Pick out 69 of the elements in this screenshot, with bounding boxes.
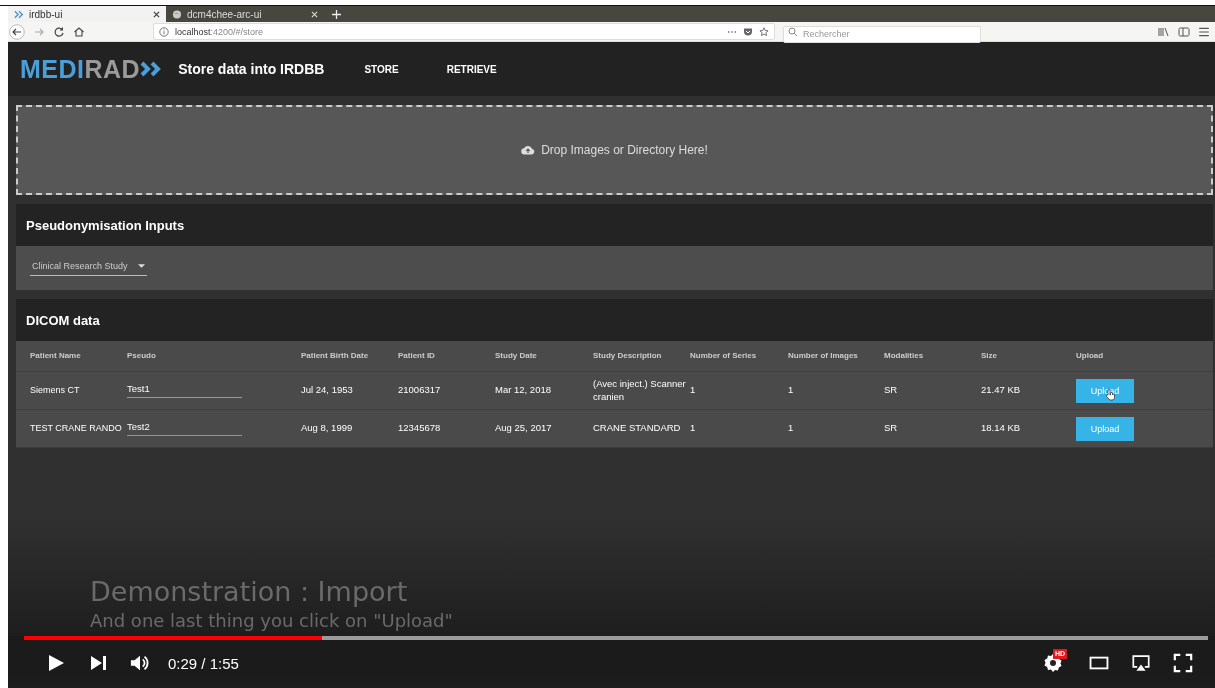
table-cell-text: (Avec inject.) Scanner cranien	[593, 378, 687, 403]
sidebar-icon[interactable]	[1178, 25, 1190, 38]
column-header: Patient Birth Date	[301, 350, 370, 362]
cloud-upload-icon	[521, 145, 536, 155]
column-header: Number of Series	[690, 350, 758, 362]
column-header: Size	[981, 350, 998, 362]
drop-zone-label: Drop Images or Directory Here!	[541, 143, 708, 157]
airplay-icon[interactable]	[1131, 653, 1151, 673]
table-cell-text: 1	[788, 422, 795, 435]
browser-tab[interactable]: irdbb-ui	[8, 6, 166, 22]
column-header: Study Date	[495, 350, 538, 362]
caret-icon	[137, 263, 145, 268]
menu-icon[interactable]	[1198, 25, 1210, 38]
pseudo-input[interactable]: Test2	[127, 421, 242, 436]
drop-zone[interactable]: Drop Images or Directory Here!	[16, 105, 1213, 195]
star-icon[interactable]	[759, 26, 769, 37]
fullscreen-icon[interactable]	[1173, 653, 1193, 673]
table-cell-text: Aug 8, 1999	[301, 422, 354, 435]
address-bar[interactable]: localhost:4200/#/store	[153, 23, 775, 40]
table-cell-text: CRANE STANDARD	[593, 422, 682, 435]
reload-icon[interactable]	[53, 25, 65, 38]
new-tab-icon[interactable]	[332, 9, 341, 19]
close-icon[interactable]	[153, 10, 160, 18]
pseudo-input[interactable]: Test1	[127, 383, 242, 398]
chevron-icon	[14, 9, 24, 19]
table-cell-text: 18.14 KB	[981, 422, 1022, 435]
video-caption-title: Demonstration : Import	[90, 575, 409, 609]
study-type-select[interactable]: Clinical Research Study	[30, 260, 147, 276]
nav-link[interactable]: STORE	[364, 63, 399, 75]
app-title: Store data into IRDBB	[178, 61, 325, 77]
search-icon	[788, 27, 798, 37]
globe-icon	[172, 9, 182, 19]
section-title: Pseudonymisation Inputs	[26, 217, 185, 233]
home-icon[interactable]	[73, 25, 85, 38]
table-cell-text: Siemens CT	[30, 384, 81, 397]
table-cell-text: 1	[788, 384, 795, 397]
table-cell-text: SR	[884, 422, 899, 435]
logo: MEDIRAD	[20, 54, 141, 84]
table-cell-text: SR	[884, 384, 899, 397]
table-cell-text: 12345678	[398, 422, 442, 435]
table-cell-text: 21.47 KB	[981, 384, 1022, 397]
info-icon	[159, 26, 169, 37]
column-header: Patient ID	[398, 350, 436, 362]
search-field[interactable]: Rechercher	[783, 25, 981, 43]
table-cell-text: TEST CRANE RANDO	[30, 422, 123, 435]
play-icon[interactable]	[46, 653, 66, 673]
browser-tab[interactable]: dcm4chee-arc-ui	[166, 6, 324, 22]
column-header: Study Description	[593, 350, 663, 362]
table-cell-text: Mar 12, 2018	[495, 384, 552, 397]
table-cell-text: Aug 25, 2017	[495, 422, 553, 435]
column-header: Patient Name	[30, 350, 82, 362]
video-caption-subtitle: And one last thing you click on "Upload"	[90, 609, 453, 633]
pocket-icon[interactable]	[743, 26, 753, 37]
column-header: Pseudo	[127, 350, 157, 362]
nav-link[interactable]: RETRIEVE	[446, 63, 497, 75]
library-icon[interactable]	[1158, 25, 1170, 38]
table-cell-text: 1	[690, 384, 697, 397]
next-icon[interactable]	[88, 653, 108, 673]
video-time: 0:29 / 1:55	[168, 654, 239, 672]
back-icon[interactable]	[9, 23, 25, 40]
url-text: localhost:4200/#/store	[175, 26, 264, 37]
volume-icon[interactable]	[130, 653, 150, 673]
table-cell-text: 1	[690, 422, 697, 435]
section-title: DICOM data	[26, 312, 100, 328]
column-header: Modalities	[884, 350, 925, 362]
table-cell-text: Jul 24, 1953	[301, 384, 354, 397]
column-header: Upload	[1076, 350, 1105, 362]
table-cell-text: 21006317	[398, 384, 442, 397]
column-header: Number of Images	[788, 350, 859, 362]
